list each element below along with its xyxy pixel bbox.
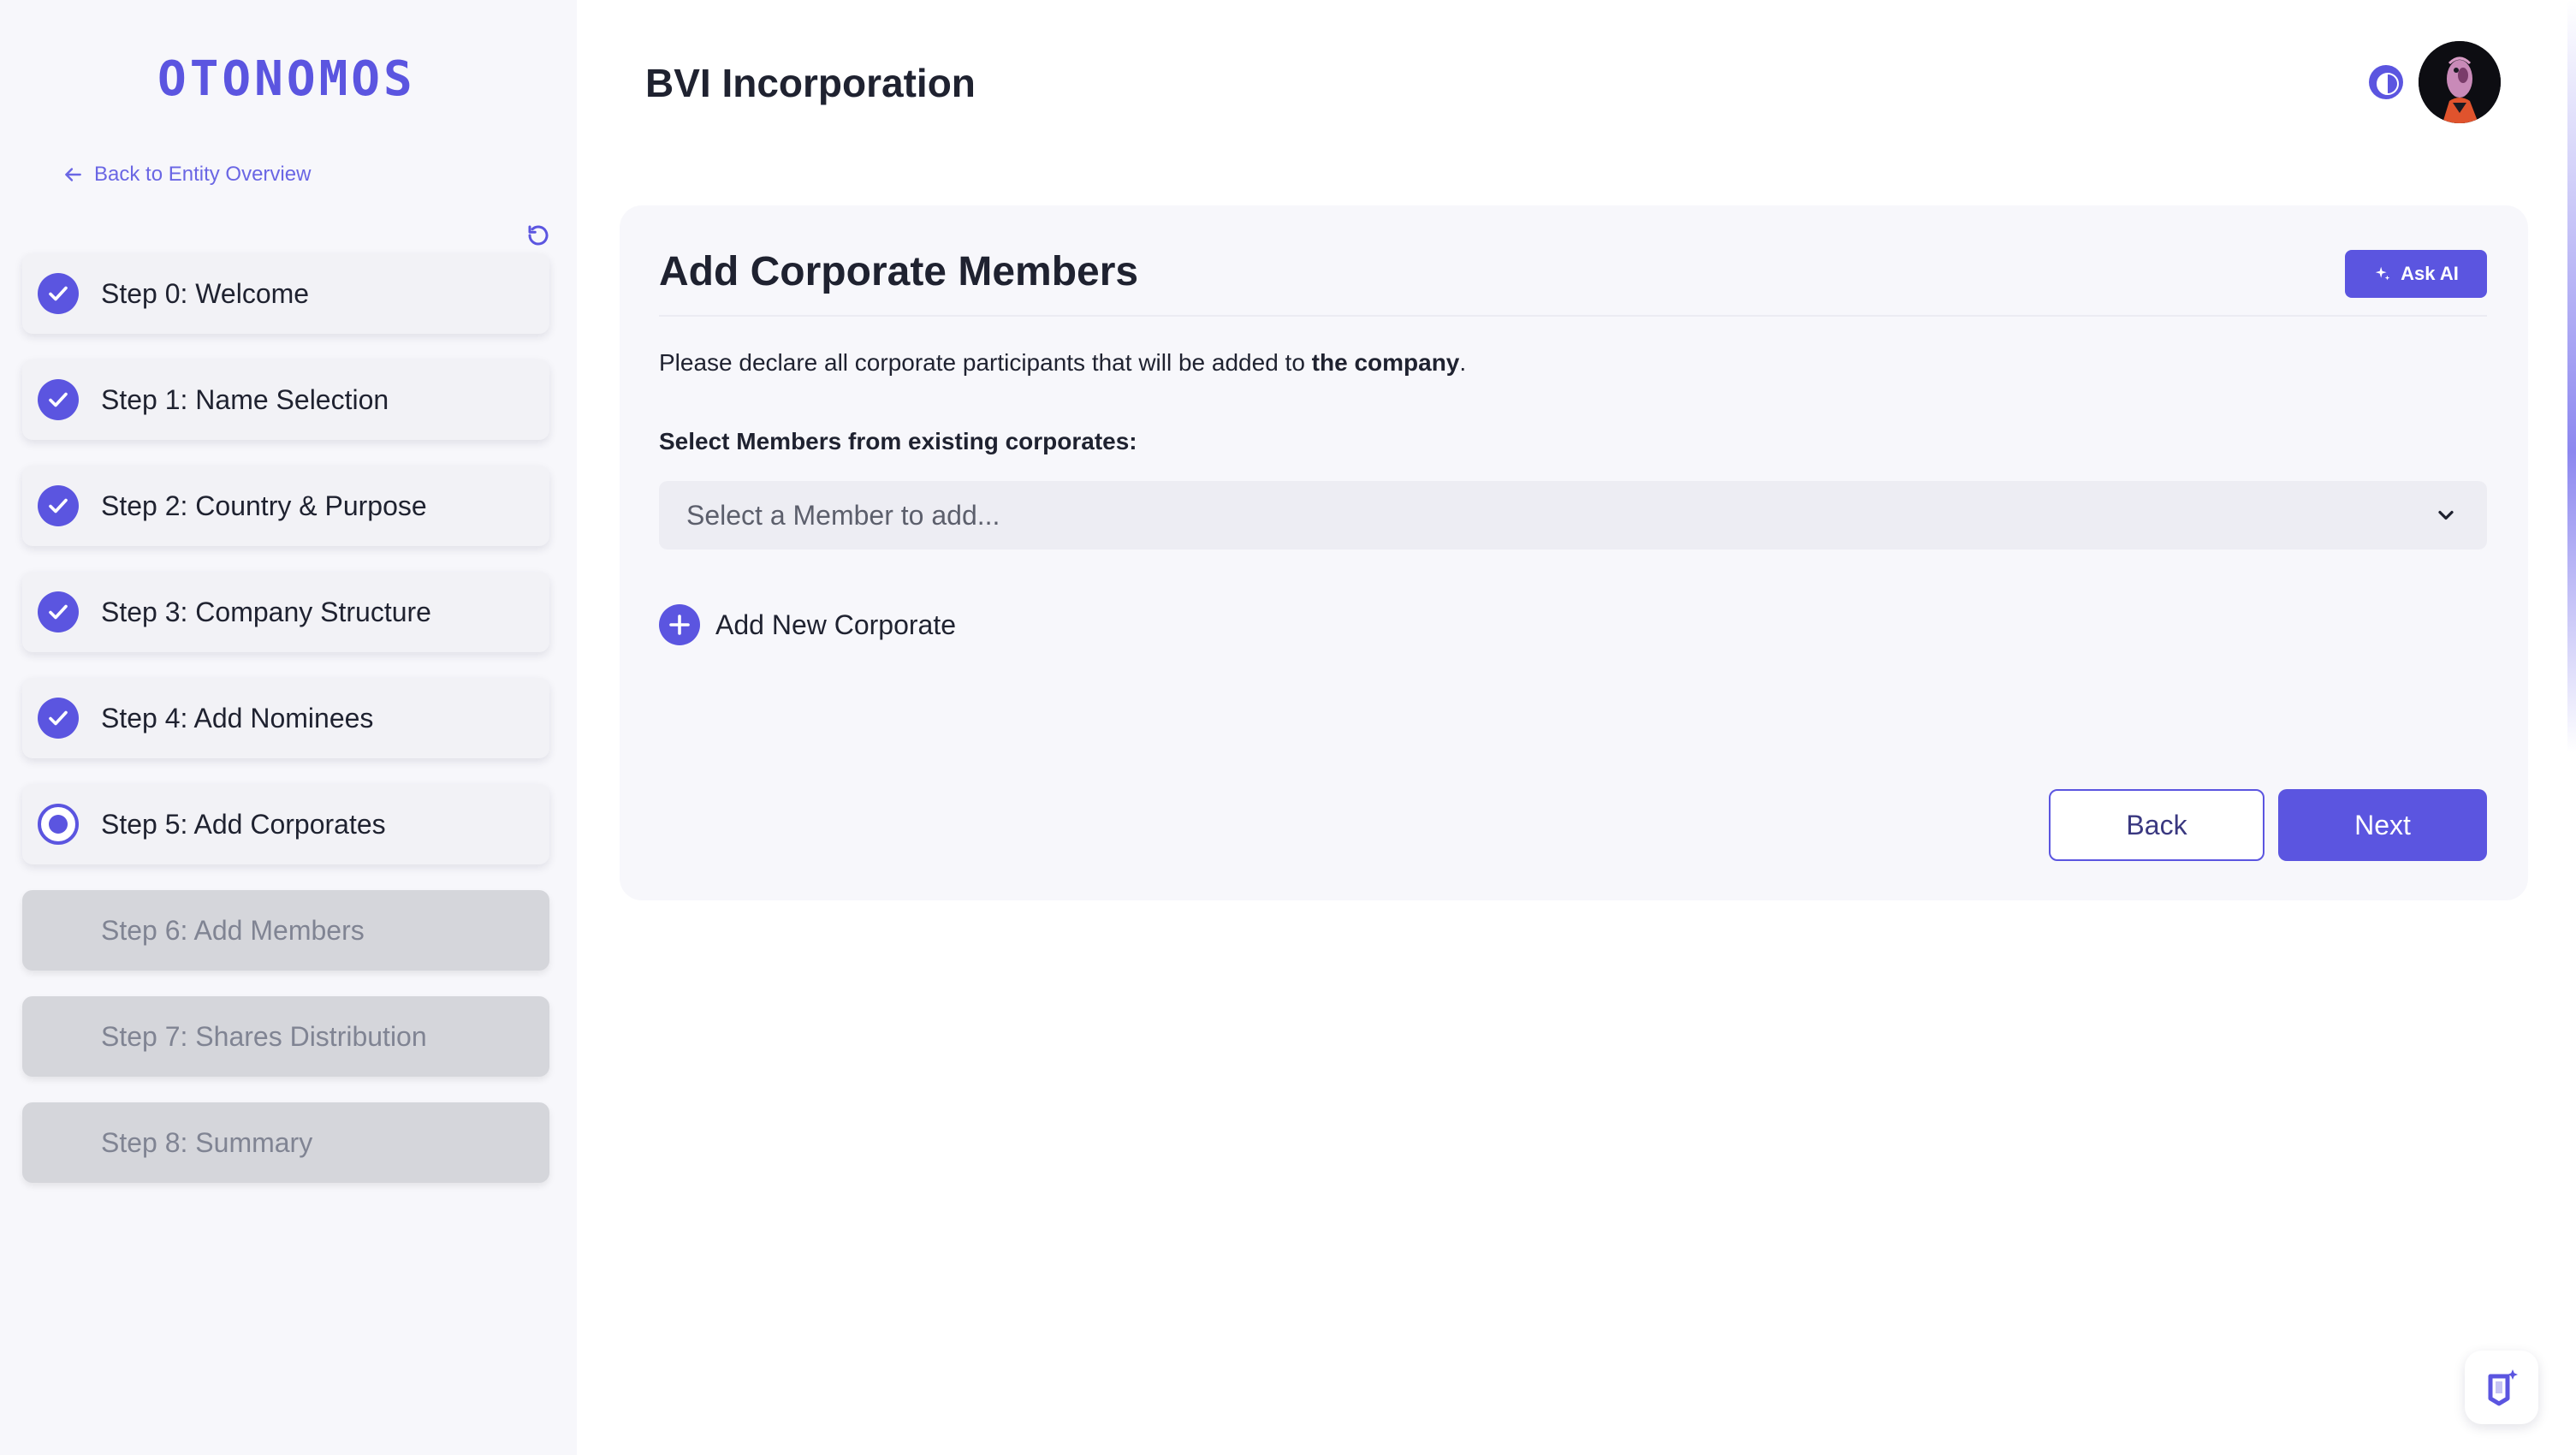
step-summary: Step 8: Summary	[22, 1102, 549, 1183]
check-icon	[38, 591, 79, 632]
sparkle-icon	[2375, 266, 2390, 281]
back-link-label: Back to Entity Overview	[94, 163, 312, 186]
step-label: Step 1: Name Selection	[101, 383, 389, 415]
sidebar: OTONOMOS Back to Entity Overview Step 0:…	[0, 0, 577, 1455]
add-new-corporate-button[interactable]: Add New Corporate	[659, 604, 956, 645]
contrast-icon[interactable]	[2369, 65, 2403, 99]
step-label: Step 0: Welcome	[101, 277, 310, 309]
step-add-members: Step 6: Add Members	[22, 890, 549, 971]
chat-launcher-button[interactable]	[2465, 1351, 2538, 1424]
check-icon	[38, 485, 79, 526]
plus-icon	[659, 604, 700, 645]
back-to-entity-overview-link[interactable]: Back to Entity Overview	[62, 163, 311, 187]
chevron-down-icon	[2438, 510, 2454, 520]
step-add-nominees[interactable]: Step 4: Add Nominees	[22, 678, 549, 758]
avatar-image	[2419, 41, 2501, 123]
select-members-label: Select Members from existing corporates:	[659, 428, 1137, 454]
current-step-icon	[38, 804, 79, 845]
step-label: Step 4: Add Nominees	[101, 702, 374, 733]
member-select-dropdown[interactable]: Select a Member to add...	[659, 481, 2487, 549]
card-title: Add Corporate Members	[659, 249, 1139, 294]
card-description: Please declare all corporate participant…	[659, 349, 1466, 377]
step-company-structure[interactable]: Step 3: Company Structure	[22, 572, 549, 652]
arrow-left-icon	[65, 168, 81, 181]
ask-ai-button[interactable]: Ask AI	[2345, 250, 2487, 298]
refresh-icon[interactable]	[525, 223, 551, 248]
chat-launcher-icon	[2488, 1369, 2518, 1406]
next-button[interactable]: Next	[2278, 789, 2487, 861]
step-label: Step 8: Summary	[101, 1126, 313, 1158]
check-icon	[38, 379, 79, 420]
step-shares-distribution: Step 7: Shares Distribution	[22, 996, 549, 1077]
ask-ai-label: Ask AI	[2401, 263, 2459, 284]
step-label: Step 6: Add Members	[101, 914, 365, 946]
back-button[interactable]: Back	[2049, 789, 2264, 861]
add-new-corporate-label: Add New Corporate	[715, 609, 957, 640]
step-country-purpose[interactable]: Step 2: Country & Purpose	[22, 466, 549, 546]
avatar[interactable]	[2419, 41, 2501, 123]
step-name-selection[interactable]: Step 1: Name Selection	[22, 359, 549, 440]
step-label: Step 7: Shares Distribution	[101, 1020, 427, 1052]
step-label: Step 3: Company Structure	[101, 596, 431, 627]
check-icon	[38, 273, 79, 314]
add-corporate-members-card: Add Corporate Members Ask AI Please decl…	[620, 205, 2528, 900]
page-title: BVI Incorporation	[645, 61, 976, 105]
step-welcome[interactable]: Step 0: Welcome	[22, 253, 549, 334]
card-divider	[659, 315, 2487, 317]
description-text: Please declare all corporate participant…	[659, 349, 1312, 376]
step-label: Step 2: Country & Purpose	[101, 490, 427, 521]
member-select-placeholder: Select a Member to add...	[686, 499, 1000, 531]
description-emphasis: the company	[1311, 349, 1460, 376]
check-icon	[38, 698, 79, 739]
logo: OTONOMOS	[157, 51, 416, 107]
description-suffix: .	[1459, 349, 1467, 376]
step-label: Step 5: Add Corporates	[101, 808, 386, 840]
step-add-corporates[interactable]: Step 5: Add Corporates	[22, 784, 549, 864]
page-scrollbar[interactable]	[2567, 0, 2576, 753]
